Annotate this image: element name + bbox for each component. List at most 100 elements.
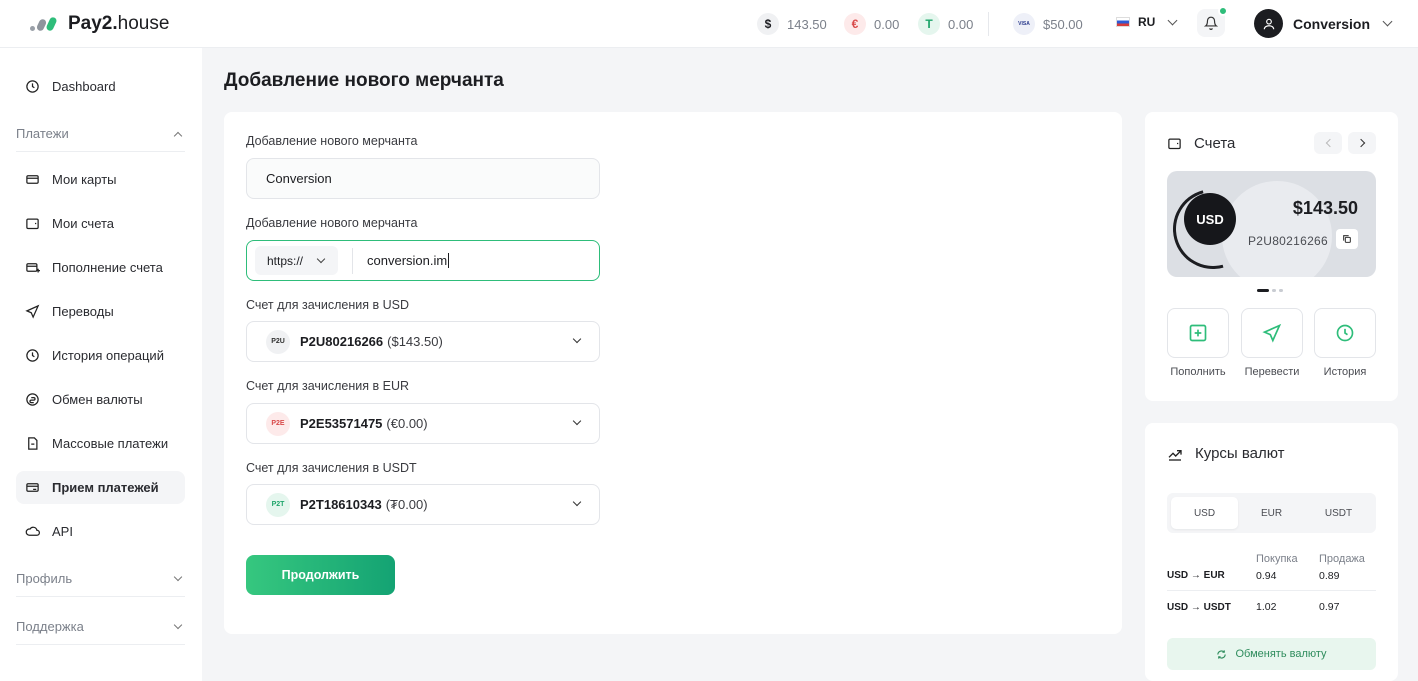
prev-account-button[interactable] [1314, 132, 1342, 154]
transfer-label: Перевести [1244, 366, 1300, 378]
copy-icon [1343, 235, 1351, 243]
sidebar-item-transfers[interactable]: Переводы [16, 295, 185, 328]
wallet-icon [25, 216, 40, 231]
balance-usd[interactable]: $ 143.50 [757, 13, 827, 35]
sidebar-section-support[interactable]: Поддержка [16, 609, 185, 645]
balance-usdt[interactable]: T 0.00 [918, 13, 973, 35]
sidebar-item-my-cards[interactable]: Мои карты [16, 163, 185, 196]
section-label: Поддержка [16, 619, 84, 634]
russia-flag-icon [1116, 17, 1130, 27]
usd-account-balance: ($143.50) [387, 334, 443, 349]
balance-usd-value: 143.50 [787, 16, 827, 32]
eur-account-select[interactable]: P2E P2E53571475 (€0.00) [246, 403, 600, 444]
usd-account-badge: P2U [266, 329, 290, 354]
sidebar-item-label: Пополнение счета [52, 260, 163, 275]
accounts-panel-title: Счета [1167, 135, 1235, 152]
continue-button[interactable]: Продолжить [246, 555, 395, 595]
protocol-select[interactable]: https:// [255, 246, 338, 275]
account-card[interactable]: USD $143.50 P2U80216266 [1167, 171, 1376, 277]
user-menu[interactable]: Conversion [1254, 9, 1393, 38]
panel-title-text: Счета [1194, 135, 1236, 152]
tab-eur[interactable]: EUR [1238, 497, 1305, 529]
usd-account-select[interactable]: P2U P2U80216266 ($143.50) [246, 321, 600, 362]
text-cursor [448, 253, 450, 268]
transfer-button[interactable] [1241, 308, 1303, 358]
rate-buy: 0.94 [1256, 569, 1277, 582]
merchant-name-input[interactable]: Conversion [246, 158, 600, 199]
tab-usd[interactable]: USD [1171, 497, 1238, 529]
send-icon [25, 304, 40, 319]
section-label: Платежи [16, 126, 69, 141]
rate-sell: 0.97 [1319, 601, 1340, 613]
name-label: Добавление нового мерчанта [246, 134, 418, 148]
logo-mark-icon [30, 16, 58, 32]
cloud-icon [25, 524, 40, 539]
carousel-dot[interactable] [1279, 289, 1283, 292]
history-button[interactable] [1314, 308, 1376, 358]
sidebar-item-top-up[interactable]: Пополнение счета [16, 251, 185, 284]
carousel-dot-active[interactable] [1257, 289, 1269, 292]
top-up-button[interactable] [1167, 308, 1229, 358]
refresh-icon [1217, 649, 1227, 659]
tab-usdt[interactable]: USDT [1305, 497, 1372, 529]
eur-account-label: Счет для зачисления в EUR [246, 379, 409, 393]
sidebar-item-my-accounts[interactable]: Мои счета [16, 207, 185, 240]
usdt-account-badge: P2T [266, 492, 290, 517]
sidebar-item-api[interactable]: API [16, 515, 185, 548]
logo-text: Pay2.house [68, 13, 170, 34]
chevron-down-icon [572, 334, 582, 344]
logo[interactable]: Pay2.house [30, 13, 169, 35]
notifications-button[interactable] [1197, 6, 1228, 37]
eur-account-badge: P2E [266, 411, 290, 436]
section-label: Профиль [16, 571, 73, 586]
euro-icon: € [844, 13, 866, 35]
balance-card[interactable]: VISA $50.00 [1013, 13, 1083, 35]
chevron-down-icon [572, 497, 582, 507]
balance-eur[interactable]: € 0.00 [844, 13, 899, 35]
usdt-account-number: P2T18610343 [300, 497, 382, 512]
protocol-value: https:// [267, 253, 304, 268]
carousel-dot[interactable] [1272, 289, 1276, 292]
language-code: RU [1138, 15, 1156, 29]
tether-icon: T [918, 13, 940, 35]
copy-button[interactable] [1336, 229, 1358, 249]
language-selector[interactable]: RU [1116, 15, 1178, 29]
bell-icon [1204, 16, 1218, 30]
next-account-button[interactable] [1348, 132, 1376, 154]
sidebar-section-profile[interactable]: Профиль [16, 561, 185, 597]
top-up-action[interactable]: Пополнить [1167, 308, 1229, 378]
url-label: Добавление нового мерчанта [246, 216, 418, 230]
exchange-currency-button[interactable]: Обменять валюту [1167, 638, 1376, 670]
documents-icon [25, 436, 40, 451]
exchange-button-label: Обменять валюту [1235, 648, 1327, 660]
send-icon [1262, 323, 1282, 343]
transfer-action[interactable]: Перевести [1241, 308, 1303, 378]
card-icon [25, 172, 40, 187]
history-label: История [1323, 366, 1367, 378]
usdt-account-select[interactable]: P2T P2T18610343 (₮0.00) [246, 484, 600, 525]
card-amount: $143.50 [1292, 198, 1358, 218]
user-name: Conversion [1293, 15, 1371, 32]
merchant-name-value: Conversion [266, 171, 332, 186]
user-avatar-icon [1254, 9, 1283, 38]
sidebar-section-payments[interactable]: Платежи [16, 116, 185, 152]
sidebar-item-exchange[interactable]: Обмен валюты [16, 383, 185, 416]
notification-dot [1218, 6, 1228, 16]
rate-row: USD → EUR 0.94 0.89 [1167, 561, 1376, 591]
sidebar-item-mass-payments[interactable]: Массовые платежи [16, 427, 185, 460]
history-action[interactable]: История [1314, 308, 1376, 378]
sidebar-item-dashboard[interactable]: Dashboard [16, 70, 185, 103]
top-up-label: Пополнить [1170, 366, 1226, 378]
clock-icon [25, 79, 40, 94]
sidebar-item-label: Мои карты [52, 172, 117, 187]
sidebar-item-label: API [52, 524, 73, 539]
merchant-url-input[interactable]: https:// conversion.im [246, 240, 600, 281]
header-divider [988, 12, 989, 36]
usdt-account-label: Счет для зачисления в USDT [246, 461, 417, 475]
sidebar-item-history[interactable]: История операций [16, 339, 185, 372]
sidebar-item-accept-payments[interactable]: Прием платежей [16, 471, 185, 504]
usd-currency-badge: USD [1184, 193, 1236, 245]
chevron-down-icon [173, 572, 183, 582]
exchange-icon [25, 392, 40, 407]
card-arrow-icon [25, 480, 40, 495]
